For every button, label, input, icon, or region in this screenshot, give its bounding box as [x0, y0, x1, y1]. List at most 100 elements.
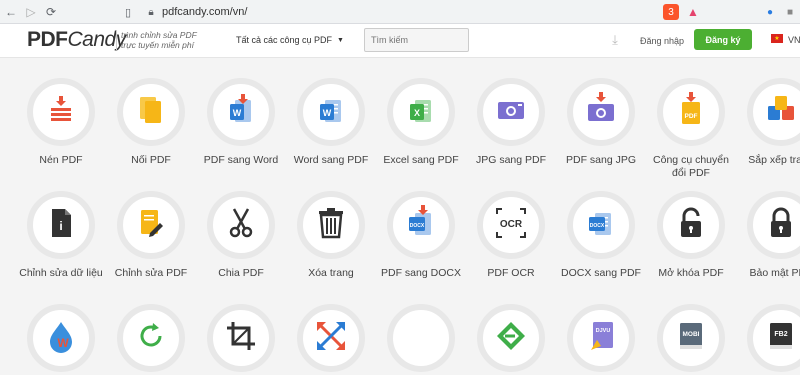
tool-icon-circle[interactable] [117, 78, 185, 146]
svg-text:FB2: FB2 [774, 331, 787, 338]
login-link[interactable]: Đăng nhập [640, 36, 684, 46]
tool-icon-circle[interactable]: FB2 [747, 304, 800, 372]
tool-label[interactable]: PDF sang JPG [556, 154, 646, 167]
tool-card[interactable]: Xóa trang [286, 191, 376, 280]
forward-icon[interactable]: ▷ [22, 3, 40, 21]
tool-card[interactable] [286, 304, 376, 372]
tool-label[interactable]: Nối PDF [106, 154, 196, 167]
tool-icon-circle[interactable] [747, 191, 800, 259]
tool-label[interactable]: Mở khóa PDF [646, 267, 736, 280]
tool-label[interactable]: PDF sang Word [196, 154, 286, 167]
tool-label[interactable]: Chỉnh sửa PDF [106, 267, 196, 280]
tool-card[interactable] [106, 304, 196, 372]
tool-icon-circle[interactable] [387, 304, 455, 372]
tool-icon-circle[interactable] [747, 78, 800, 146]
tool-card[interactable]: Chia PDF [196, 191, 286, 280]
download-icon[interactable]: ⤓ [608, 32, 622, 47]
svg-text:OCR: OCR [500, 219, 523, 230]
tool-card[interactable] [376, 304, 466, 372]
tool-card[interactable]: W PDF sang Word [196, 78, 286, 167]
tool-card[interactable]: JPG sang PDF [466, 78, 556, 167]
tool-label[interactable]: DOCX sang PDF [556, 267, 646, 280]
tool-label[interactable]: PDF sang DOCX [376, 267, 466, 280]
tool-icon-circle[interactable]: DOCX [387, 191, 455, 259]
tool-icon-circle[interactable] [297, 304, 365, 372]
tool-icon-circle[interactable] [297, 191, 365, 259]
pdf-to-word-icon: W [221, 90, 261, 135]
extension-puzzle-icon[interactable]: ■ [782, 4, 798, 20]
url-text[interactable]: pdfcandy.com/vn/ [162, 6, 247, 18]
tool-label[interactable]: PDF OCR [466, 267, 556, 280]
tool-icon-circle[interactable]: PDF [657, 78, 725, 146]
tool-card[interactable]: DOCX PDF sang DOCX [376, 191, 466, 280]
all-tools-menu[interactable]: Tất cả các công cụ PDF ▼ [236, 35, 344, 45]
tool-card[interactable]: PDF sang JPG [556, 78, 646, 167]
logo[interactable]: PDFCandy [27, 28, 126, 52]
vietnam-flag-icon[interactable]: ★ [771, 34, 783, 43]
tool-card[interactable]: i Chỉnh sửa dữ liệu [16, 191, 106, 280]
tool-label[interactable]: Chia PDF [196, 267, 286, 280]
tool-card[interactable]: PDF Công cụ chuyển đổi PDF [646, 78, 736, 180]
site-header: PDFCandy trình chỉnh sửa PDF trực tuyến … [0, 24, 800, 58]
tool-label[interactable]: Bảo mật PDF [736, 267, 800, 280]
back-icon[interactable]: ← [2, 3, 20, 21]
signup-button[interactable]: Đăng ký [694, 29, 752, 50]
tool-card[interactable]: Sắp xếp trang [736, 78, 800, 167]
tool-label[interactable]: Chỉnh sửa dữ liệu [16, 267, 106, 280]
tool-label[interactable]: Xóa trang [286, 267, 376, 280]
tool-card[interactable]: OCR PDF OCR [466, 191, 556, 280]
tool-icon-circle[interactable]: W [297, 78, 365, 146]
tool-label[interactable]: Nén PDF [16, 154, 106, 167]
svg-text:i: i [59, 219, 62, 233]
tool-icon-circle[interactable]: W [27, 304, 95, 372]
reload-icon[interactable]: ⟳ [42, 3, 60, 21]
tool-icon-circle[interactable]: i [27, 191, 95, 259]
bookmark-icon[interactable]: ▯ [120, 4, 136, 20]
unlock-icon [671, 203, 711, 248]
tool-icon-circle[interactable] [567, 78, 635, 146]
tool-icon-circle[interactable]: MOBI [657, 304, 725, 372]
tool-icon-circle[interactable] [117, 304, 185, 372]
tool-label[interactable]: Công cụ chuyển đổi PDF [646, 154, 736, 180]
tool-card[interactable]: Bảo mật PDF [736, 191, 800, 280]
tool-icon-circle[interactable] [657, 191, 725, 259]
tool-card[interactable]: DJVU [556, 304, 646, 372]
tool-icon-circle[interactable] [207, 304, 275, 372]
pdf-to-jpg-icon [581, 90, 621, 135]
tool-icon-circle[interactable] [207, 191, 275, 259]
tool-icon-circle[interactable]: OCR [477, 191, 545, 259]
lock-icon[interactable]: 🔒︎ [144, 5, 158, 19]
tool-card[interactable]: W [16, 304, 106, 372]
compress-icon [41, 90, 81, 135]
tool-card[interactable]: X Excel sang PDF [376, 78, 466, 167]
tool-card[interactable] [466, 304, 556, 372]
language-label[interactable]: VN [788, 35, 800, 45]
tool-card[interactable]: Chỉnh sửa PDF [106, 191, 196, 280]
tool-icon-circle[interactable] [27, 78, 95, 146]
tool-icon-circle[interactable]: X [387, 78, 455, 146]
tool-card[interactable]: W Word sang PDF [286, 78, 376, 167]
brave-shield-icon[interactable]: 3 [663, 4, 679, 20]
tool-label[interactable]: JPG sang PDF [466, 154, 556, 167]
tool-card[interactable]: Nối PDF [106, 78, 196, 167]
tool-card[interactable] [196, 304, 286, 372]
fb2-icon: FB2 [761, 316, 800, 361]
address-bar[interactable]: ▯ 🔒︎ pdfcandy.com/vn/ [120, 3, 640, 21]
tool-label[interactable]: Word sang PDF [286, 154, 376, 167]
search-input[interactable] [364, 28, 469, 52]
tool-icon-circle[interactable] [477, 304, 545, 372]
tool-icon-circle[interactable] [117, 191, 185, 259]
tool-icon-circle[interactable]: W [207, 78, 275, 146]
tool-card[interactable]: Mở khóa PDF [646, 191, 736, 280]
tool-card[interactable]: FB2 [736, 304, 800, 372]
tool-card[interactable]: DOCX DOCX sang PDF [556, 191, 646, 280]
extension-person-icon[interactable]: ● [762, 4, 778, 20]
tool-card[interactable]: MOBI [646, 304, 736, 372]
tool-icon-circle[interactable] [477, 78, 545, 146]
tool-icon-circle[interactable]: DOCX [567, 191, 635, 259]
tool-label[interactable]: Excel sang PDF [376, 154, 466, 167]
tool-card[interactable]: Nén PDF [16, 78, 106, 167]
tool-icon-circle[interactable]: DJVU [567, 304, 635, 372]
tool-label[interactable]: Sắp xếp trang [736, 154, 800, 167]
rewards-triangle-icon[interactable]: ▲ [685, 4, 701, 20]
